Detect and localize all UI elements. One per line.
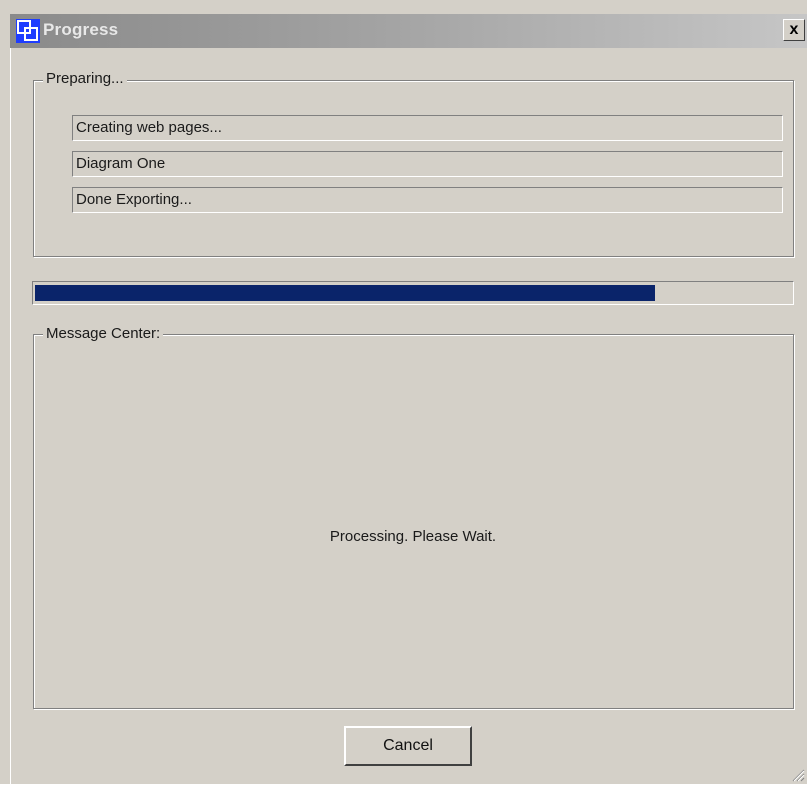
title-bar[interactable]: Progress x — [10, 14, 807, 48]
status-field-state: Done Exporting... — [72, 187, 783, 213]
app-logo-icon — [16, 19, 40, 43]
status-field-task: Creating web pages... — [72, 115, 783, 141]
preparing-group-label: Preparing... — [43, 70, 127, 87]
progress-bar-fill — [35, 285, 655, 301]
close-icon: x — [789, 21, 799, 38]
window-title: Progress — [43, 20, 119, 39]
resize-grip-icon[interactable] — [791, 768, 805, 782]
progress-dialog: Progress x Preparing... Creating web pag… — [0, 0, 807, 784]
message-center-label: Message Center: — [43, 325, 164, 342]
status-field-diagram: Diagram One — [72, 151, 783, 177]
progress-bar — [32, 281, 794, 305]
close-button[interactable]: x — [783, 19, 805, 41]
message-center-group — [33, 334, 794, 709]
cancel-button[interactable]: Cancel — [344, 726, 472, 766]
status-message: Processing. Please Wait. — [329, 528, 497, 545]
window-left-edge — [10, 48, 11, 784]
